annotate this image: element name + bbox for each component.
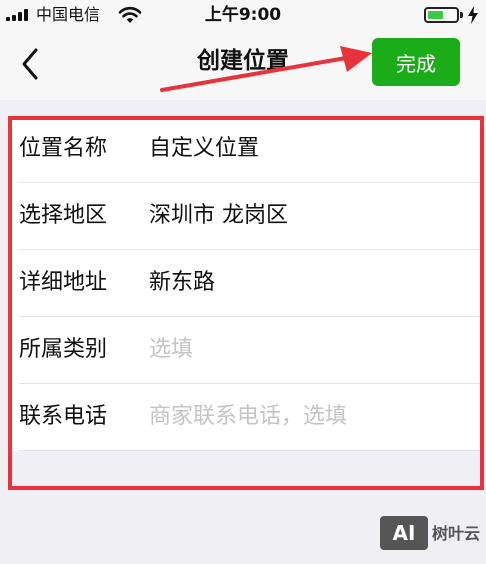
address-input[interactable]: 新东路: [149, 267, 215, 299]
form-row-category[interactable]: 所属类别 选填: [8, 317, 484, 384]
form-footer-space: [8, 451, 484, 490]
status-bar: 中国电信 上午9:00: [0, 0, 486, 30]
battery-cap: [460, 12, 463, 18]
battery-fill: [428, 11, 443, 19]
location-name-label: 位置名称: [19, 136, 108, 161]
address-label: 详细地址: [19, 270, 108, 295]
status-time: 上午9:00: [204, 5, 282, 25]
category-label: 所属类别: [19, 337, 108, 362]
region-label: 选择地区: [19, 203, 108, 228]
annotation-arrow: [160, 46, 372, 92]
region-value[interactable]: 深圳市 龙岗区: [149, 200, 288, 232]
battery-icon: [424, 7, 459, 23]
location-name-input[interactable]: 自定义位置: [149, 133, 259, 165]
form-row-phone[interactable]: 联系电话 商家联系电话，选填: [8, 384, 484, 451]
form-row-location-name[interactable]: 位置名称 自定义位置: [8, 116, 484, 183]
location-form: 位置名称 自定义位置 选择地区 深圳市 龙岗区 详细地址 新东路 所属类别 选填…: [8, 116, 484, 490]
watermark-text: 树叶云: [432, 524, 481, 543]
watermark-logo: AI 树叶云: [360, 512, 480, 552]
phone-label: 联系电话: [19, 404, 108, 429]
done-button[interactable]: 完成: [372, 38, 460, 86]
category-input[interactable]: 选填: [149, 334, 193, 366]
form-row-address[interactable]: 详细地址 新东路: [8, 250, 484, 317]
form-row-region[interactable]: 选择地区 深圳市 龙岗区: [8, 183, 484, 250]
charging-bolt-icon: [468, 6, 478, 24]
watermark-badge: AI: [380, 516, 428, 550]
phone-input[interactable]: 商家联系电话，选填: [149, 401, 347, 433]
